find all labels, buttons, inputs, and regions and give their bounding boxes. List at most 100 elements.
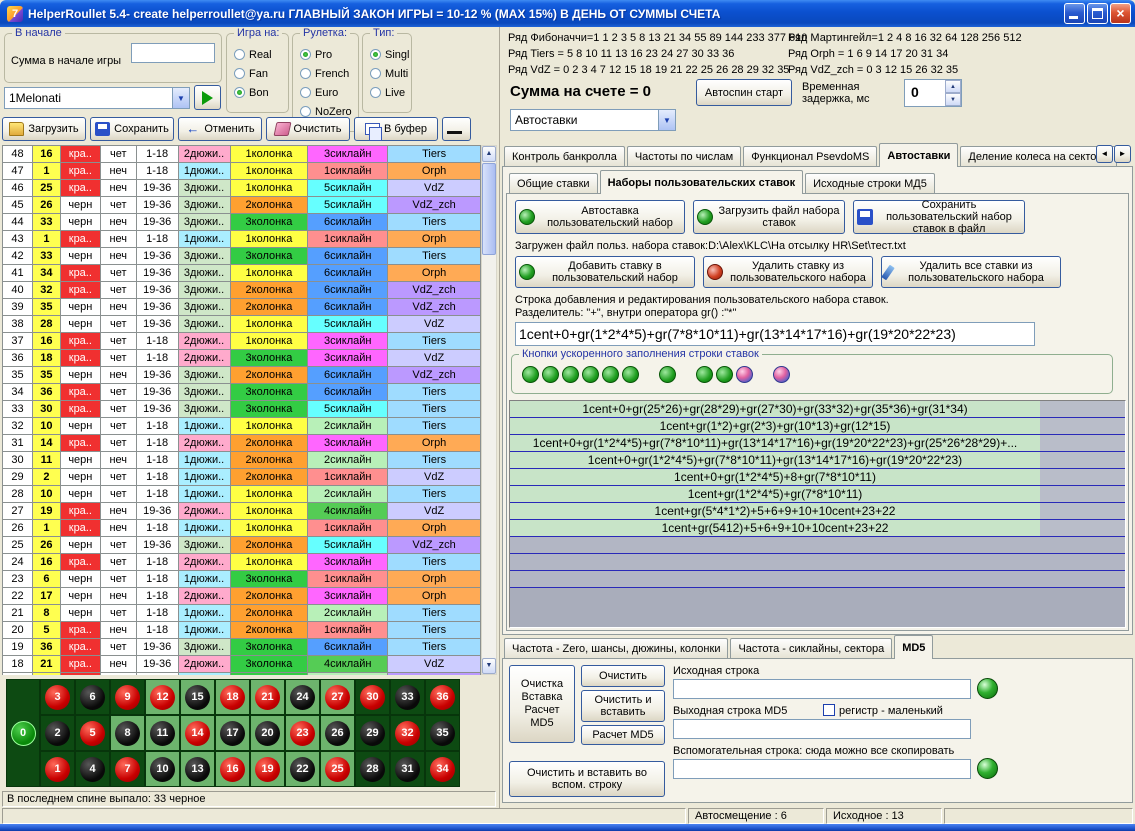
aux-string-input[interactable] [673, 759, 971, 779]
table-row[interactable]: 4233черннеч19-363дюжи..3колонка6сиклайнT… [3, 248, 481, 265]
close-button[interactable]: × [1110, 3, 1131, 24]
board-cell-24[interactable]: 24 [285, 679, 320, 715]
start-sum-input[interactable] [131, 43, 215, 63]
table-row[interactable]: 431кра..неч1-181дюжи..1колонка1сиклайнOr… [3, 231, 481, 248]
quick-coin-button-2[interactable] [542, 366, 559, 383]
table-row[interactable]: 2810чернчет1-181дюжи..1колонка2сиклайнTi… [3, 486, 481, 503]
board-cell-25[interactable]: 25 [320, 751, 355, 787]
buffer-button[interactable]: В буфер [354, 117, 438, 141]
board-cell-31[interactable]: 31 [390, 751, 425, 787]
scroll-up-button[interactable]: ▲ [482, 146, 496, 162]
table-row[interactable]: 1936кра..чет19-363дюжи..3колонка6сиклайн… [3, 639, 481, 656]
table-row[interactable]: 3210чернчет1-181дюжи..1колонка2сиклайнTi… [3, 418, 481, 435]
board-cell-7[interactable]: 7 [110, 751, 145, 787]
table-row[interactable]: 3011черннеч1-181дюжи..2колонка2сиклайнTi… [3, 452, 481, 469]
board-cell-21[interactable]: 21 [250, 679, 285, 715]
board-cell-29[interactable]: 29 [355, 715, 390, 751]
collapse-button[interactable] [442, 117, 471, 141]
table-row[interactable]: 3330кра..чет19-363дюжи..3колонка5сиклайн… [3, 401, 481, 418]
minimize-button[interactable] [1064, 3, 1085, 24]
board-cell-8[interactable]: 8 [110, 715, 145, 751]
board-cell-18[interactable]: 18 [215, 679, 250, 715]
main-tab-4[interactable]: Деление колеса на сектора [960, 146, 1116, 167]
radio-french[interactable]: French [293, 64, 358, 83]
table-row[interactable]: 3114кра..чет1-182дюжи..2колонка3сиклайнO… [3, 435, 481, 452]
titlebar[interactable]: 7 HelperRoullet 5.4- create helperroulle… [0, 0, 1135, 27]
board-cell-36[interactable]: 36 [425, 679, 460, 715]
quick-ball-button-11[interactable] [773, 366, 790, 383]
paste-source-ball-button[interactable] [977, 678, 998, 699]
clear-button[interactable]: Очистить [266, 117, 350, 141]
main-tab-3[interactable]: Автоставки [879, 143, 958, 167]
board-cell-26[interactable]: 26 [320, 715, 355, 751]
quick-coin-button-6[interactable] [622, 366, 639, 383]
md5-clear-button[interactable]: Очистить [581, 665, 665, 687]
table-row[interactable]: 2526чернчет19-363дюжи..2колонка5сиклайнV… [3, 537, 481, 554]
profile-select[interactable]: 1Melonati ▼ [4, 87, 190, 109]
board-cell-12[interactable]: 12 [145, 679, 180, 715]
save-button[interactable]: Сохранить [90, 117, 174, 141]
bet-list-item[interactable]: 1cent+0+gr(1*2*4*5)+8+gr(7*8*10*11) [510, 469, 1125, 486]
load-set-file-button[interactable]: Загрузить файл набора ставок [693, 200, 845, 234]
delete-all-bets-button[interactable]: Удалить все ставки из пользовательского … [881, 256, 1061, 288]
table-row[interactable]: 205кра..неч1-181дюжи..2колонка1сиклайнTi… [3, 622, 481, 639]
table-row[interactable]: 1821кра..неч19-362дюжи..3колонка4сиклайн… [3, 656, 481, 673]
board-cell-27[interactable]: 27 [320, 679, 355, 715]
md5-calc-button[interactable]: Расчет MD5 [581, 725, 665, 745]
table-row[interactable]: 4433черннеч19-363дюжи..3колонка6сиклайнT… [3, 214, 481, 231]
table-row[interactable]: 3535черннеч19-363дюжи..2колонка6сиклайнV… [3, 367, 481, 384]
quick-coin-button-1[interactable] [522, 366, 539, 383]
table-row[interactable]: 218чернчет1-181дюжи..2колонка2сиклайнTie… [3, 605, 481, 622]
play-button[interactable] [194, 85, 221, 110]
board-cell-1[interactable]: 1 [40, 751, 75, 787]
board-cell-14[interactable]: 14 [180, 715, 215, 751]
tabs-scroll-right-button[interactable]: ► [1114, 145, 1131, 163]
board-cell-22[interactable]: 22 [285, 751, 320, 787]
table-row[interactable]: 3828чернчет19-363дюжи..1колонка5сиклайнV… [3, 316, 481, 333]
board-cell-33[interactable]: 33 [390, 679, 425, 715]
add-bet-button[interactable]: Добавить ставку в пользовательский набор [515, 256, 695, 288]
table-row[interactable]: 3716кра..чет1-182дюжи..1колонка3сиклайнT… [3, 333, 481, 350]
table-row[interactable]: 471кра..неч1-181дюжи..1колонка1сиклайнOr… [3, 163, 481, 180]
board-cell-30[interactable]: 30 [355, 679, 390, 715]
board-cell-6[interactable]: 6 [75, 679, 110, 715]
board-cell-5[interactable]: 5 [75, 715, 110, 751]
chevron-down-icon[interactable]: ▼ [658, 110, 675, 130]
md5-all-in-one-button[interactable]: Очистка Вставка Расчет MD5 [509, 665, 575, 743]
board-cell-17[interactable]: 17 [215, 715, 250, 751]
board-cell-11[interactable]: 11 [145, 715, 180, 751]
quick-coin-button-7[interactable] [659, 366, 676, 383]
sub-tab-1[interactable]: Наборы пользовательских ставок [600, 170, 804, 194]
table-scrollbar[interactable]: ▲ ▼ [481, 145, 497, 675]
board-cell-28[interactable]: 28 [355, 751, 390, 787]
table-row[interactable]: 261кра..неч1-181дюжи..1колонка1сиклайнOr… [3, 520, 481, 537]
quick-coin-button-9[interactable] [716, 366, 733, 383]
radio-pro[interactable]: Pro [293, 45, 358, 64]
save-set-file-button[interactable]: Сохранить пользовательский набор ставок … [853, 200, 1025, 234]
table-row[interactable]: 4526чернчет19-363дюжи..2колонка5сиклайнV… [3, 197, 481, 214]
maximize-button[interactable] [1087, 3, 1108, 24]
bets-list[interactable]: 1cent+0+gr(25*26)+gr(28*29)+gr(27*30)+gr… [509, 400, 1126, 628]
main-tab-0[interactable]: Контроль банкролла [504, 146, 625, 167]
freq-tab-1[interactable]: Частота - сиклайны, сектора [730, 638, 892, 659]
board-cell-32[interactable]: 32 [390, 715, 425, 751]
md5-clear-paste-aux-button[interactable]: Очистить и вставить во вспом. строку [509, 761, 665, 797]
spinner-down-button[interactable]: ▼ [945, 93, 961, 106]
tabs-scroll-left-button[interactable]: ◄ [1096, 145, 1113, 163]
mode-select[interactable]: Автоставки ▼ [510, 109, 676, 131]
source-string-input[interactable] [673, 679, 971, 699]
quick-coin-button-8[interactable] [696, 366, 713, 383]
sub-tab-0[interactable]: Общие ставки [509, 173, 598, 194]
freq-tab-0[interactable]: Частота - Zero, шансы, дюжины, колонки [504, 638, 728, 659]
table-row[interactable]: 4134кра..чет19-363дюжи..1колонка6сиклайн… [3, 265, 481, 282]
bet-string-input[interactable] [515, 322, 1035, 346]
load-button[interactable]: Загрузить [2, 117, 86, 141]
table-row[interactable]: 2719кра..неч19-362дюжи..1колонка4сиклайн… [3, 503, 481, 520]
output-string-input[interactable] [673, 719, 971, 739]
bet-list-item[interactable]: 1cent+gr(5412)+5+6+9+10+10cent+23+22 [510, 520, 1125, 537]
board-cell-3[interactable]: 3 [40, 679, 75, 715]
radio-fan[interactable]: Fan [227, 64, 288, 83]
scrollbar-thumb[interactable] [482, 163, 496, 255]
table-row[interactable]: 4032кра..чет19-363дюжи..2колонка6сиклайн… [3, 282, 481, 299]
md5-clear-paste-button[interactable]: Очистить и вставить [581, 690, 665, 722]
